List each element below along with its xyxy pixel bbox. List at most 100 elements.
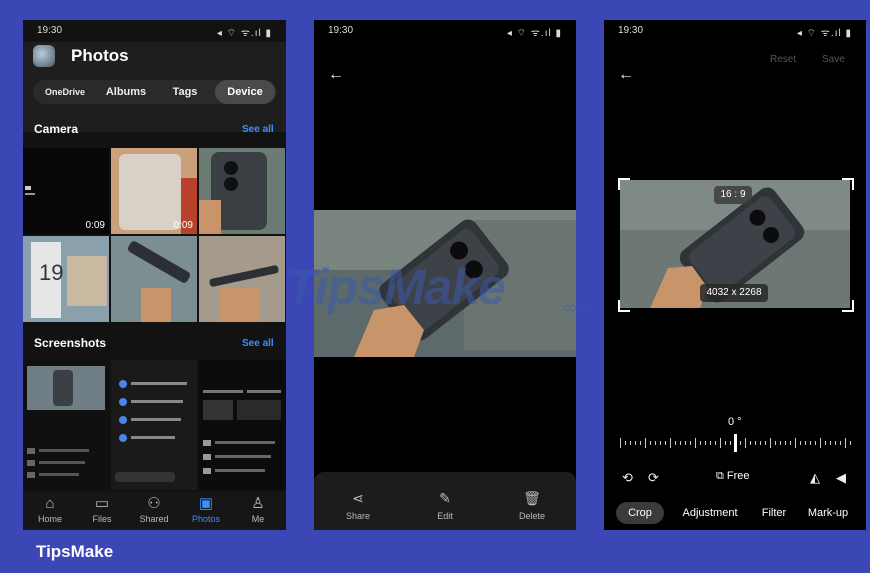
box-thumb-graphic: 19 [31, 242, 107, 318]
nav-label: Home [37, 514, 62, 524]
tab-tags[interactable]: Tags [157, 80, 213, 104]
ruler-tick [695, 438, 696, 448]
camera-see-all-link[interactable]: See all [242, 124, 274, 135]
ruler-indicator[interactable] [734, 434, 737, 452]
ruler-tick [795, 438, 796, 448]
nav-files[interactable]: ▭ Files [77, 495, 127, 525]
ruler-tick [830, 441, 831, 445]
edit-icon: ✎ [439, 490, 451, 506]
photos-icon: ▣ [198, 495, 214, 512]
watermark-text: TipsMake [286, 259, 506, 315]
screenshots-section-title: Screenshots [34, 336, 107, 350]
camera-thumb[interactable] [199, 148, 285, 234]
ruler-tick [750, 441, 751, 445]
svg-text:19: 19 [39, 260, 63, 285]
edit-label: Edit [437, 511, 453, 521]
person-icon: ♙ [251, 495, 265, 512]
delete-button[interactable]: 🗑 Delete [502, 490, 562, 521]
ruler-tick [665, 441, 666, 445]
nav-home[interactable]: ⌂ Home [25, 495, 75, 525]
save-button[interactable]: Save [822, 54, 845, 65]
camera-thumb[interactable] [199, 236, 285, 322]
crop-tools: ⟲ ⟳ ⧉ Free ◭ ◀ [604, 470, 866, 490]
rotate-right-icon[interactable]: ⟳ [648, 470, 659, 486]
aspect-ratio-badge: 16 : 9 [714, 186, 752, 204]
free-ratio-button[interactable]: ⧉ Free [716, 470, 750, 483]
nav-label: Photos [191, 514, 221, 524]
ruler-tick [690, 441, 691, 445]
ruler-tick [810, 441, 811, 445]
ruler-tick [780, 441, 781, 445]
status-time: 19:30 [37, 25, 63, 36]
screenshots-see-all-link[interactable]: See all [242, 338, 274, 349]
rotate-left-icon[interactable]: ⟲ [622, 470, 633, 486]
flip-vertical-icon[interactable]: ◀ [836, 470, 846, 486]
nav-shared[interactable]: ⚇ Shared [129, 495, 179, 525]
nav-label: Shared [139, 514, 169, 524]
nav-me[interactable]: ♙ Me [233, 495, 283, 525]
ruler-tick [710, 441, 711, 445]
back-arrow-icon[interactable]: ← [328, 66, 344, 84]
status-time: 19:30 [328, 25, 354, 36]
tab-adjustment[interactable]: Adjustment [672, 502, 748, 524]
ruler-tick [670, 438, 671, 448]
rotation-slider[interactable] [618, 434, 852, 452]
edit-button[interactable]: ✎ Edit [415, 490, 475, 521]
app-title: Photos [71, 46, 129, 65]
camera-thumb[interactable]: 19 [23, 236, 109, 322]
free-label: Free [726, 470, 750, 482]
tab-device[interactable]: Device [215, 80, 275, 104]
people-icon: ⚇ [147, 495, 161, 512]
tab-crop[interactable]: Crop [616, 502, 664, 524]
ruler-tick [685, 441, 686, 445]
ruler-tick [730, 441, 731, 445]
back-arrow-icon[interactable]: ← [618, 66, 634, 84]
reset-button[interactable]: Reset [770, 54, 796, 65]
tab-onedrive[interactable]: OneDrive [35, 80, 95, 104]
ruler-tick [725, 441, 726, 445]
camera-thumb[interactable]: 0:09 [23, 148, 109, 234]
camera-thumb[interactable]: 0:09 [111, 148, 197, 234]
share-label: Share [345, 511, 371, 521]
crop-handle-top-right[interactable] [842, 178, 854, 190]
viewer-action-bar: ⋖ Share ✎ Edit 🗑 Delete [314, 472, 576, 530]
status-time: 19:30 [618, 25, 644, 36]
camera-section-title: Camera [34, 122, 79, 136]
ruler-tick [770, 438, 771, 448]
tab-filter[interactable]: Filter [754, 502, 794, 524]
crop-handle-bottom-right[interactable] [842, 300, 854, 312]
screenshot-thumbs-graphic[interactable] [23, 360, 286, 490]
ruler-tick [655, 441, 656, 445]
video-duration: 0:09 [85, 220, 105, 231]
status-bar: 19:30 ◂ ⌔ ᯤ.ıl ▮ [604, 20, 866, 42]
ruler-tick [835, 441, 836, 445]
editor-mode-tabs: Crop Adjustment Filter Mark-up [616, 502, 856, 524]
ruler-tick [680, 441, 681, 445]
ruler-tick [790, 441, 791, 445]
home-icon: ⌂ [45, 495, 55, 512]
camera-thumb[interactable] [111, 236, 197, 322]
ruler-tick [775, 441, 776, 445]
nav-photos[interactable]: ▣ Photos [181, 495, 231, 525]
ruler-tick [625, 441, 626, 445]
crop-ratio-icon: ⧉ [716, 470, 724, 482]
rotation-degree: 0 ° [728, 416, 742, 428]
watermark-domain: .com [560, 300, 587, 314]
tab-albums[interactable]: Albums [97, 80, 155, 104]
ruler-tick [630, 441, 631, 445]
ruler-tick [715, 441, 716, 445]
crop-handle-bottom-left[interactable] [618, 300, 630, 312]
ruler-tick [815, 441, 816, 445]
tab-mark-up[interactable]: Mark-up [800, 502, 856, 524]
share-button[interactable]: ⋖ Share [328, 490, 388, 521]
phone-camera-thumb-graphic [199, 152, 267, 234]
ruler-tick [620, 438, 621, 448]
ruler-tick [700, 441, 701, 445]
ruler-tick [760, 441, 761, 445]
ruler-tick [740, 441, 741, 445]
flip-horizontal-icon[interactable]: ◭ [810, 470, 820, 486]
folder-icon: ▭ [94, 495, 110, 512]
crop-handle-top-left[interactable] [618, 178, 630, 190]
share-icon: ⋖ [352, 490, 364, 506]
dimensions-badge: 4032 x 2268 [700, 284, 768, 302]
